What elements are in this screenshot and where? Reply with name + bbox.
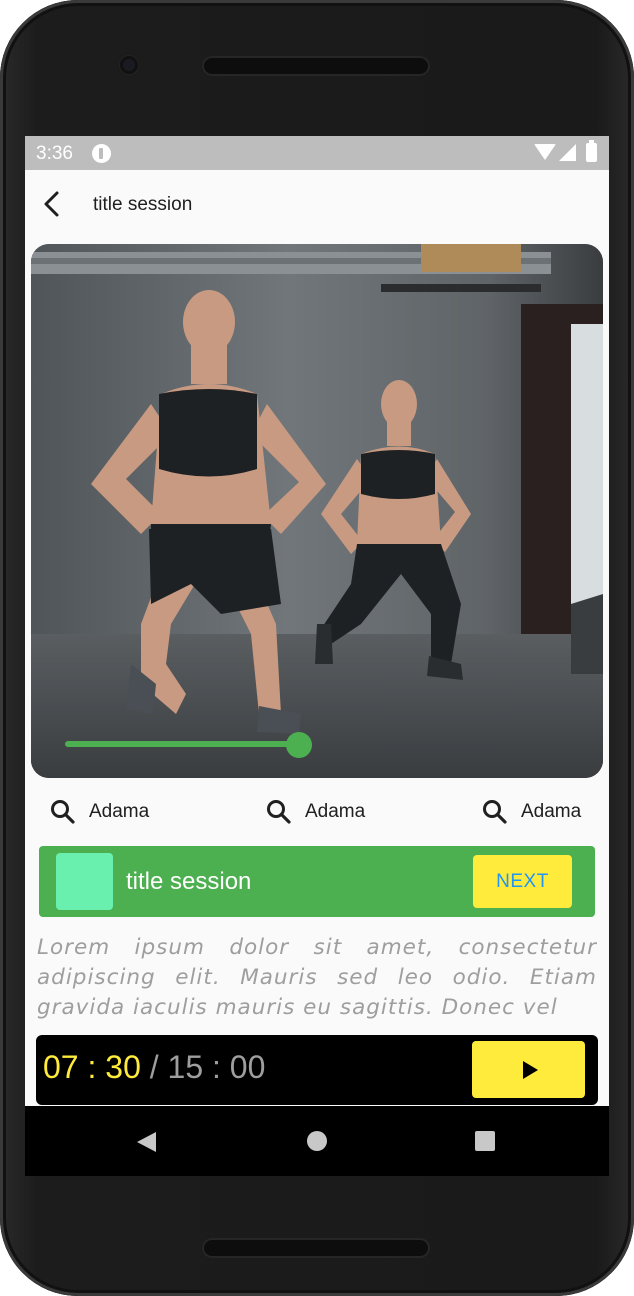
- info-label: Adama: [521, 801, 582, 822]
- front-camera: [120, 56, 138, 74]
- battery-icon: [586, 140, 597, 162]
- page-title: title session: [93, 194, 193, 215]
- info-item: Adama: [265, 796, 365, 828]
- app-notification-icon: [92, 144, 111, 163]
- screen: 3:36 title session Adama Adama Adama tit…: [25, 136, 609, 1176]
- info-row: Adama Adama Adama: [25, 786, 609, 838]
- status-time: 3:36: [36, 143, 73, 164]
- session-banner: title session NEXT: [39, 846, 595, 917]
- bottom-speaker: [202, 1238, 430, 1258]
- session-thumbnail: [56, 853, 113, 910]
- play-button[interactable]: [472, 1041, 585, 1098]
- signal-icon: [559, 144, 576, 161]
- search-icon: [483, 800, 507, 824]
- workout-photo: [31, 244, 603, 778]
- nav-back-icon[interactable]: [137, 1132, 156, 1152]
- system-nav-bar: [25, 1106, 609, 1176]
- timer-readout: 07 : 30 / 15 : 00: [43, 1049, 265, 1086]
- wifi-icon: [534, 144, 556, 160]
- search-icon: [51, 800, 75, 824]
- timer-total: 15 : 00: [167, 1049, 266, 1085]
- app-bar: title session: [25, 170, 609, 240]
- nav-home-icon[interactable]: [307, 1131, 327, 1151]
- progress-slider-track[interactable]: [65, 741, 299, 747]
- next-button[interactable]: NEXT: [473, 855, 572, 908]
- phone-frame: 3:36 title session Adama Adama Adama tit…: [0, 0, 634, 1296]
- earpiece-speaker: [202, 56, 430, 76]
- info-item: Adama: [49, 796, 149, 828]
- search-icon: [267, 800, 291, 824]
- status-bar: 3:36: [25, 136, 609, 170]
- workout-image: [31, 244, 603, 778]
- play-icon: [523, 1061, 538, 1079]
- session-title: title session: [126, 868, 252, 895]
- session-description: Lorem ipsum dolor sit amet, consectetur …: [37, 935, 597, 1020]
- nav-recents-icon[interactable]: [475, 1131, 495, 1151]
- progress-slider-thumb[interactable]: [286, 732, 312, 758]
- timer-elapsed: 07 : 30: [43, 1049, 141, 1085]
- info-label: Adama: [305, 801, 366, 822]
- info-label: Adama: [89, 801, 150, 822]
- timer-bar: 07 : 30 / 15 : 00: [36, 1035, 598, 1105]
- arrow-back-icon[interactable]: [39, 190, 67, 218]
- timer-separator: /: [140, 1049, 168, 1085]
- info-item: Adama: [481, 796, 581, 828]
